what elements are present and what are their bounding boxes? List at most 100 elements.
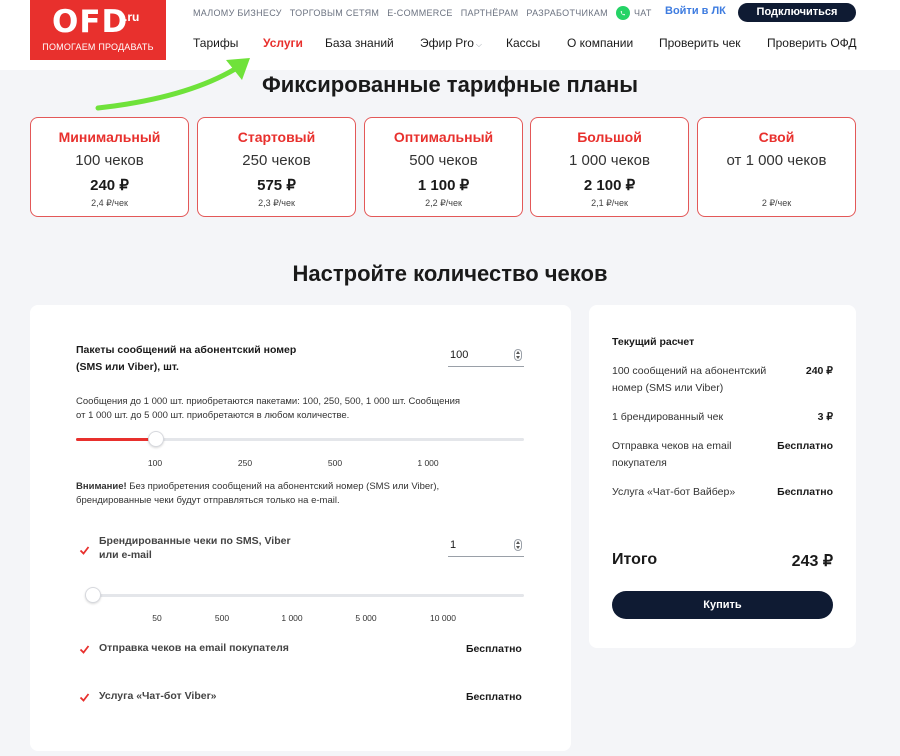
- topnav-retail-chains[interactable]: ТОРГОВЫМ СЕТЯМ: [290, 8, 379, 18]
- logo-domain: .ru: [124, 10, 140, 24]
- topnav-partners[interactable]: ПАРТНЁРАМ: [461, 8, 519, 18]
- plan-card-large[interactable]: Большой 1 000 чеков 2 100 ₽ 2,1 ₽/чек: [530, 117, 689, 217]
- plan-name: Свой: [758, 129, 795, 145]
- sms-tick: 1 000: [417, 458, 439, 468]
- chatbot-checkbox[interactable]: [79, 690, 90, 702]
- connect-button[interactable]: Подключиться: [738, 3, 856, 22]
- check-icon: [79, 693, 90, 702]
- summary-row-value: Бесплатно: [777, 486, 833, 498]
- plan-card-starter[interactable]: Стартовый 250 чеков 575 ₽ 2,3 ₽/чек: [197, 117, 356, 217]
- branded-label: Брендированные чеки по SMS, Viber или e-…: [99, 534, 291, 562]
- sms-slider[interactable]: [76, 431, 524, 447]
- nav-check-receipt[interactable]: Проверить чек: [659, 36, 741, 50]
- buy-button[interactable]: Купить: [612, 591, 833, 619]
- summary-row-label: 100 сообщений на абонентский номер (SMS …: [612, 363, 792, 397]
- branded-tick: 5 000: [355, 613, 377, 623]
- topnav-small-business[interactable]: МАЛОМУ БИЗНЕСУ: [193, 8, 282, 18]
- chatbot-price: Бесплатно: [466, 691, 522, 703]
- ofd-logo[interactable]: OFD .ru ПОМОГАЕМ ПРОДАВАТЬ: [30, 0, 166, 60]
- sms-slider-thumb[interactable]: [148, 431, 164, 447]
- sms-tick: 500: [327, 458, 343, 468]
- branded-tick: 500: [214, 613, 230, 623]
- topnav-chat[interactable]: ЧАТ: [615, 6, 652, 20]
- email-price: Бесплатно: [466, 643, 522, 655]
- spinner-icon[interactable]: [514, 539, 522, 551]
- sms-tick: 250: [237, 458, 253, 468]
- login-link[interactable]: Войти в ЛК: [665, 5, 726, 17]
- plan-per-receipt: 2,1 ₽/чек: [591, 198, 628, 208]
- total-label: Итого: [612, 551, 658, 568]
- configure-heading: Настройте количество чеков: [292, 261, 608, 286]
- spinner-icon[interactable]: [514, 349, 522, 361]
- plan-per-receipt: 2,3 ₽/чек: [258, 198, 295, 208]
- sms-info-line1: Сообщения до 1 000 шт. приобретаются пак…: [76, 396, 461, 407]
- nav-efir-pro[interactable]: Эфир Pro ⌵: [420, 36, 482, 50]
- summary-title: Текущий расчет: [612, 336, 695, 348]
- logo-slogan: ПОМОГАЕМ ПРОДАВАТЬ: [42, 42, 154, 52]
- whatsapp-icon: [615, 6, 630, 20]
- nav-efir-pro-label: Эфир Pro: [420, 36, 474, 50]
- sms-info-text: Сообщения до 1 000 шт. приобретаются пак…: [76, 395, 460, 423]
- plan-card-custom[interactable]: Свой от 1 000 чеков 2 ₽/чек: [697, 117, 856, 217]
- sms-quantity-input[interactable]: 100: [448, 347, 524, 367]
- warning-line1: Без приобретения сообщений на абонентски…: [126, 481, 440, 492]
- plan-name: Оптимальный: [393, 129, 494, 145]
- logo-text: OFD: [52, 4, 129, 40]
- email-checkbox[interactable]: [79, 642, 90, 654]
- sms-label-line1: Пакеты сообщений на абонентский номер: [76, 344, 297, 356]
- plan-count: 500 чеков: [409, 152, 478, 169]
- plan-count: от 1 000 чеков: [726, 152, 827, 169]
- chat-label: ЧАТ: [633, 8, 652, 18]
- summary-row-label: Услуга «Чат-бот Вайбер»: [612, 486, 736, 498]
- branded-tick: 1 000: [281, 613, 303, 623]
- plan-name: Стартовый: [237, 129, 316, 145]
- branded-quantity-value: 1: [450, 539, 457, 551]
- branded-checkbox[interactable]: [79, 543, 90, 555]
- email-label: Отправка чеков на email покупателя: [99, 642, 289, 654]
- nav-tariffs[interactable]: Тарифы: [193, 36, 238, 50]
- summary-row-label-line: покупателя: [612, 457, 667, 469]
- plan-card-minimal[interactable]: Минимальный 100 чеков 240 ₽ 2,4 ₽/чек: [30, 117, 189, 217]
- topnav-ecommerce[interactable]: E-COMMERCE: [387, 8, 453, 18]
- top-nav: МАЛОМУ БИЗНЕСУ ТОРГОВЫМ СЕТЯМ E-COMMERCE…: [193, 6, 660, 20]
- sms-quantity-value: 100: [450, 349, 469, 361]
- summary-row-label: 1 брендированный чек: [612, 411, 724, 423]
- plans-heading: Фиксированные тарифные планы: [261, 72, 639, 97]
- nav-about[interactable]: О компании: [567, 36, 633, 50]
- plan-price: 575 ₽: [257, 177, 296, 194]
- sms-tick: 100: [147, 458, 163, 468]
- nav-check-ofd[interactable]: Проверить ОФД: [767, 36, 857, 50]
- plan-per-receipt: 2 ₽/чек: [761, 198, 792, 208]
- summary-row-value: Бесплатно: [777, 440, 833, 452]
- summary-row-label-line: 100 сообщений на абонентский: [612, 365, 767, 377]
- sms-label-line2: (SMS или Viber), шт.: [76, 361, 179, 373]
- summary-row-label-line: Отправка чеков на email: [612, 440, 732, 452]
- plan-per-receipt: 2,2 ₽/чек: [425, 198, 462, 208]
- total-value: 243 ₽: [791, 553, 833, 570]
- chevron-down-icon: ⌵: [475, 40, 482, 49]
- plan-count: 1 000 чеков: [569, 152, 650, 169]
- branded-quantity-input[interactable]: 1: [448, 537, 524, 557]
- sms-packages-label: Пакеты сообщений на абонентский номер (S…: [76, 342, 296, 376]
- config-panel: Пакеты сообщений на абонентский номер (S…: [30, 305, 571, 751]
- summary-row-value: 3 ₽: [817, 411, 833, 423]
- branded-tick: 50: [152, 613, 162, 623]
- nav-services[interactable]: Услуги: [263, 36, 303, 50]
- nav-cash-registers[interactable]: Кассы: [506, 36, 540, 50]
- summary-row-label-line: номер (SMS или Viber): [612, 382, 724, 394]
- chatbot-label: Услуга «Чат-бот Viber»: [99, 690, 217, 702]
- plan-price: 2 100 ₽: [583, 177, 636, 194]
- plan-price: 240 ₽: [90, 177, 129, 194]
- sms-info-line2: от 1 000 шт. до 5 000 шт. приобретаются …: [76, 410, 350, 421]
- plan-count: 100 чеков: [75, 152, 144, 169]
- plan-card-optimal[interactable]: Оптимальный 500 чеков 1 100 ₽ 2,2 ₽/чек: [364, 117, 523, 217]
- branded-slider[interactable]: [85, 587, 524, 603]
- nav-knowledge-base[interactable]: База знаний: [325, 36, 394, 50]
- plan-name: Минимальный: [58, 129, 161, 145]
- plan-count: 250 чеков: [242, 152, 311, 169]
- topnav-developers[interactable]: РАЗРАБОТЧИКАМ: [526, 8, 608, 18]
- warning-text: Внимание! Без приобретения сообщений на …: [76, 480, 439, 508]
- warning-bold: Внимание!: [76, 481, 127, 492]
- plan-name: Большой: [577, 129, 642, 145]
- branded-slider-thumb[interactable]: [85, 587, 101, 603]
